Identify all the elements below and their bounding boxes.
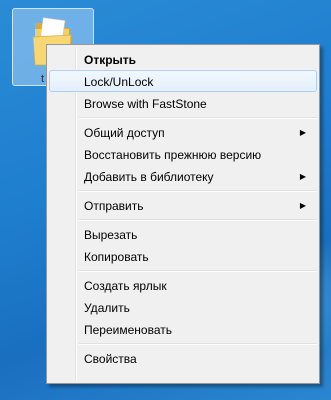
menu-separator: [79, 114, 317, 121]
context-menu: Открыть Lock/UnLock Browse with FastSton…: [46, 44, 320, 384]
menu-item-browse-faststone[interactable]: Browse with FastStone: [49, 92, 317, 114]
menu-item-add-to-library[interactable]: Добавить в библиотеку ▶: [49, 165, 317, 187]
menu-item-sharing[interactable]: Общий доступ ▶: [49, 121, 317, 143]
menu-item-label: Отправить: [84, 199, 144, 213]
menu-item-delete[interactable]: Удалить: [49, 296, 317, 318]
menu-item-rename[interactable]: Переименовать: [49, 318, 317, 340]
menu-item-label: Общий доступ: [84, 126, 165, 140]
menu-item-cut[interactable]: Вырезать: [49, 223, 317, 245]
menu-item-send-to[interactable]: Отправить ▶: [49, 194, 317, 216]
menu-item-open[interactable]: Открыть: [49, 48, 317, 70]
menu-separator: [79, 267, 317, 274]
menu-item-create-shortcut[interactable]: Создать ярлык: [49, 274, 317, 296]
menu-separator: [79, 216, 317, 223]
submenu-arrow-icon: ▶: [299, 201, 306, 210]
menu-item-label: Добавить в библиотеку: [84, 170, 214, 184]
submenu-arrow-icon: ▶: [299, 128, 306, 137]
menu-item-restore-previous[interactable]: Восстановить прежнюю версию: [49, 143, 317, 165]
menu-separator: [79, 340, 317, 347]
menu-item-copy[interactable]: Копировать: [49, 245, 317, 267]
menu-separator: [79, 187, 317, 194]
desktop-icon-label: t: [41, 73, 45, 85]
menu-item-lock-unlock[interactable]: Lock/UnLock: [49, 70, 317, 92]
menu-item-properties[interactable]: Свойства: [49, 347, 317, 369]
submenu-arrow-icon: ▶: [299, 172, 306, 181]
